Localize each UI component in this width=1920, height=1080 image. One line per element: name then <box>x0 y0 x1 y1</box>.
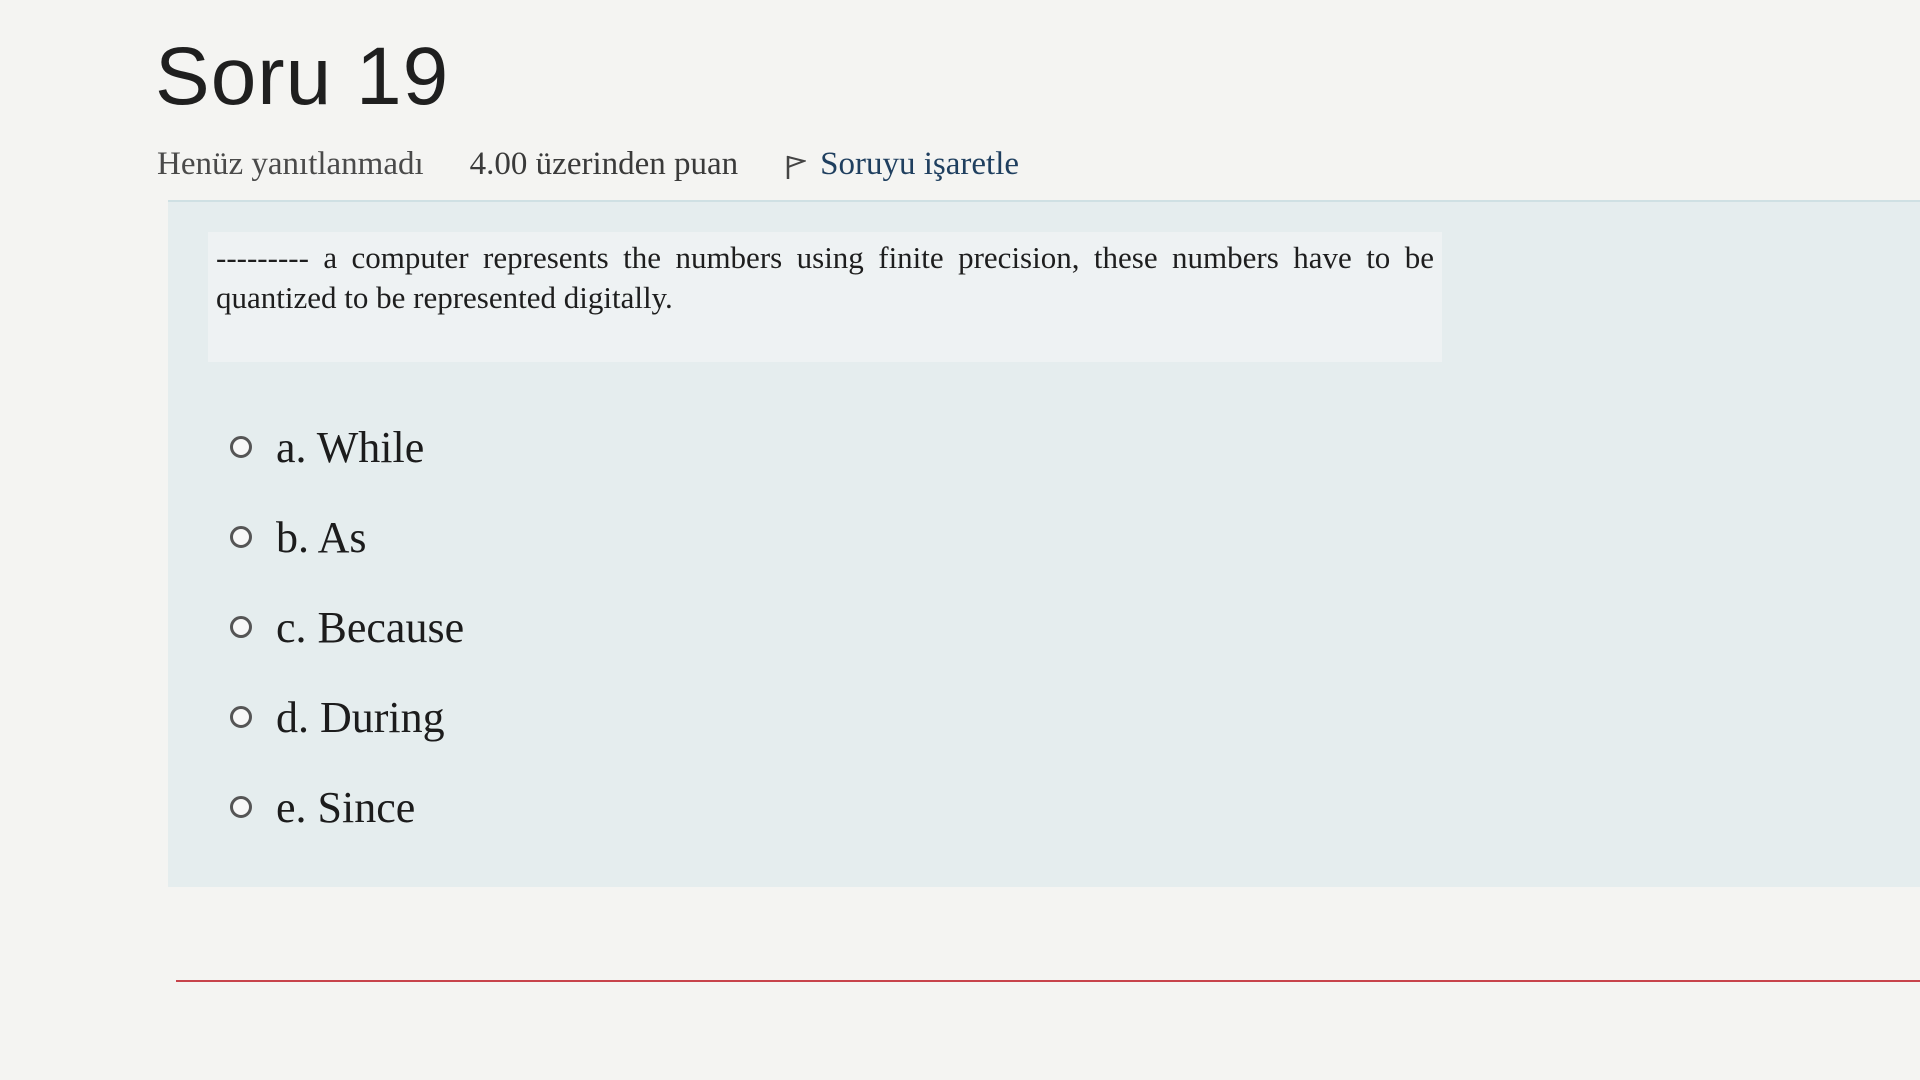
answer-option-c[interactable]: c. Because <box>230 582 464 672</box>
radio-button-d[interactable] <box>230 706 252 728</box>
answer-label-a: a. While <box>276 422 425 472</box>
answer-label-c: c. Because <box>276 602 465 652</box>
question-grade: 4.00 üzerinden puan <box>469 146 739 182</box>
answer-label-b: b. As <box>276 512 367 562</box>
radio-button-c[interactable] <box>230 616 252 638</box>
answer-option-a[interactable]: a. While <box>230 402 464 492</box>
answer-option-b[interactable]: b. As <box>230 492 464 582</box>
quiz-page: Soru 19 Henüz yanıtlanmadı 4.00 üzerinde… <box>0 0 1920 1080</box>
question-text: --------- a computer represents the numb… <box>208 232 1442 362</box>
question-title: Soru 19 <box>155 31 450 122</box>
answer-option-d[interactable]: d. During <box>230 672 464 762</box>
answer-label-e: e. Since <box>276 782 416 832</box>
radio-button-a[interactable] <box>230 436 252 458</box>
radio-button-b[interactable] <box>230 526 252 548</box>
flag-icon <box>784 152 808 179</box>
question-formulation: --------- a computer represents the numb… <box>168 200 1920 887</box>
question-info: Henüz yanıtlanmadı 4.00 üzerinden puan S… <box>157 146 1019 183</box>
radio-button-e[interactable] <box>230 796 252 818</box>
answer-label-d: d. During <box>276 692 445 742</box>
answer-option-e[interactable]: e. Since <box>230 762 464 852</box>
section-divider <box>176 980 1920 982</box>
answer-list: a. While b. As c. Because d. During e. S… <box>230 402 464 852</box>
flag-question-label: Soruyu işaretle <box>820 146 1020 182</box>
flag-question-link[interactable]: Soruyu işaretle <box>784 146 1019 183</box>
question-status: Henüz yanıtlanmadı <box>157 146 424 182</box>
